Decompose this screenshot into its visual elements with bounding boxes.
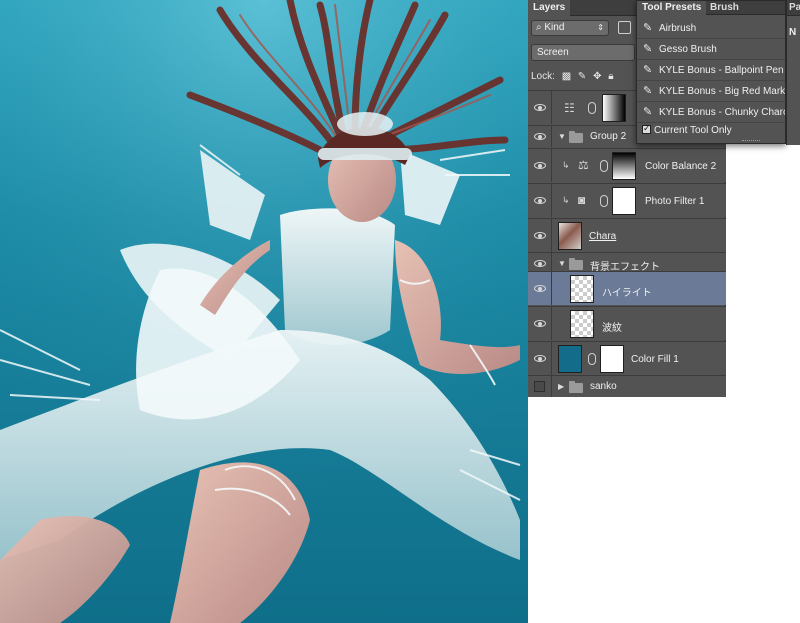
eye-icon[interactable] [534, 197, 546, 204]
layer-row-color-balance-2[interactable]: ↳ ⚖ Color Balance 2 [528, 148, 726, 182]
checkbox-checked-icon[interactable] [642, 123, 651, 134]
eye-icon[interactable] [534, 285, 546, 292]
brush-icon: ✎ [643, 22, 653, 34]
preset-label: KYLE Bonus - Chunky Charcoal [659, 107, 785, 118]
link-icon[interactable] [600, 195, 608, 207]
expand-triangle-icon[interactable]: ▼ [558, 132, 566, 141]
current-tool-only-checkbox[interactable]: Current Tool Only [642, 123, 732, 136]
filter-kind-select[interactable]: ⌕ Kind ⇕ [531, 20, 609, 36]
updown-arrows-icon: ⇕ [597, 23, 604, 32]
brush-tab[interactable]: Brush [705, 1, 744, 15]
link-icon[interactable] [588, 102, 596, 114]
paragraph-panel: Pa N [786, 0, 800, 145]
preset-item-big-red-marker[interactable]: ✎ KYLE Bonus - Big Red Marker [637, 81, 786, 102]
eye-icon[interactable] [534, 320, 546, 327]
preset-label: Airbrush [659, 23, 697, 34]
layer-thumbnail[interactable] [558, 222, 582, 250]
layer-name: sanko [590, 381, 617, 392]
link-icon[interactable] [600, 160, 608, 172]
expand-triangle-icon[interactable]: ▼ [558, 259, 566, 268]
presets-tab-bar: Tool Presets Brush [637, 1, 785, 15]
eye-icon[interactable] [534, 104, 546, 111]
paragraph-tab[interactable]: Pa [787, 0, 800, 16]
layer-row-highlight[interactable]: ハイライト [528, 271, 726, 305]
layer-name: Chara [589, 231, 617, 242]
color-balance-icon: ⚖ [578, 158, 589, 172]
tool-presets-panel: Tool Presets Brush ✎ Airbrush ✎ Gesso Brus… [636, 0, 786, 144]
brush-icon: ✎ [643, 85, 653, 97]
lock-transparent-icon[interactable]: ▩ [562, 71, 571, 82]
layer-thumbnail[interactable] [570, 310, 594, 338]
visibility-column [528, 272, 552, 305]
folder-icon [569, 131, 583, 143]
preset-label: KYLE Bonus - Big Red Marker [659, 86, 786, 97]
preset-item-airbrush[interactable]: ✎ Airbrush [637, 18, 785, 39]
eye-icon[interactable] [534, 162, 546, 169]
visibility-column [528, 307, 552, 340]
brush-icon: ✎ [643, 106, 653, 118]
collapse-triangle-icon[interactable]: ▶ [558, 382, 564, 391]
layer-row-color-fill-1[interactable]: Color Fill 1 [528, 341, 726, 375]
visibility-column [528, 91, 552, 124]
tool-presets-tab[interactable]: Tool Presets [637, 1, 707, 15]
visibility-column [528, 184, 552, 217]
layer-name: Color Fill 1 [631, 354, 679, 365]
layer-name: Photo Filter 1 [645, 196, 705, 207]
preset-label: KYLE Bonus - Ballpoint Pen [659, 65, 784, 76]
clipping-arrow-icon: ↳ [562, 195, 570, 205]
brush-icon: ✎ [643, 43, 653, 55]
eye-icon[interactable] [534, 355, 546, 362]
visibility-column [528, 376, 552, 397]
artwork-illustration [0, 0, 528, 623]
layer-mask-thumbnail[interactable] [602, 94, 626, 122]
visibility-column [528, 149, 552, 182]
visibility-column [528, 219, 552, 252]
preset-item-chunky-charcoal[interactable]: ✎ KYLE Bonus - Chunky Charcoal [637, 102, 785, 123]
layer-row-chara[interactable]: Chara [528, 218, 726, 252]
layer-name: ハイライト [602, 288, 652, 299]
folder-icon [569, 381, 583, 393]
photo-filter-icon: ◙ [578, 193, 586, 207]
visibility-off-box[interactable] [534, 381, 545, 392]
layers-tab[interactable]: Layers [528, 0, 571, 16]
folder-icon [569, 258, 583, 270]
layer-mask-thumbnail[interactable] [612, 187, 636, 215]
image-filter-icon[interactable] [618, 21, 631, 34]
eye-icon[interactable] [534, 133, 546, 140]
layer-thumbnail[interactable] [570, 275, 594, 303]
link-icon[interactable] [588, 353, 596, 365]
layer-mask-thumbnail[interactable] [612, 152, 636, 180]
clipping-arrow-icon: ↳ [562, 160, 570, 170]
paragraph-tab-bar: Pa [787, 0, 800, 16]
lock-position-icon[interactable]: ✥ [593, 71, 601, 82]
layer-name: Group 2 [590, 131, 627, 142]
lock-row: Lock: ▩ ✎ ✥ 🔒︎ [531, 71, 618, 82]
resize-grip[interactable] [742, 140, 760, 142]
layer-row-ripple[interactable]: 波紋 [528, 306, 726, 340]
eye-icon[interactable] [534, 232, 546, 239]
layer-mask-thumbnail[interactable] [600, 345, 624, 373]
visibility-column [528, 126, 552, 147]
layer-row-photo-filter-1[interactable]: ↳ ◙ Photo Filter 1 [528, 183, 726, 217]
current-tool-only-label: Current Tool Only [654, 125, 732, 136]
eye-icon[interactable] [534, 260, 546, 267]
preset-label: Gesso Brush [659, 44, 717, 55]
brush-icon: ✎ [643, 64, 653, 76]
layer-row-sanko[interactable]: ▶ sanko [528, 375, 726, 397]
blend-mode-select[interactable]: Screen [531, 44, 635, 61]
fill-color-thumbnail[interactable] [558, 345, 582, 373]
lock-label: Lock: [531, 71, 555, 82]
preset-item-ballpoint-pen[interactable]: ✎ KYLE Bonus - Ballpoint Pen [637, 60, 785, 81]
lock-all-icon[interactable]: 🔒︎ [608, 71, 613, 82]
lock-pixels-icon[interactable]: ✎ [578, 71, 586, 82]
adjustment-icon: ☷ [564, 101, 575, 115]
layer-name: 波紋 [602, 323, 622, 334]
preset-item-gesso-brush[interactable]: ✎ Gesso Brush [637, 39, 785, 60]
blend-mode-value: Screen [537, 47, 569, 58]
paragraph-first-label: N [789, 27, 797, 38]
document-canvas[interactable] [0, 0, 528, 623]
visibility-column [528, 342, 552, 375]
layer-name: Color Balance 2 [645, 161, 717, 172]
filter-kind-label: Kind [544, 22, 565, 33]
